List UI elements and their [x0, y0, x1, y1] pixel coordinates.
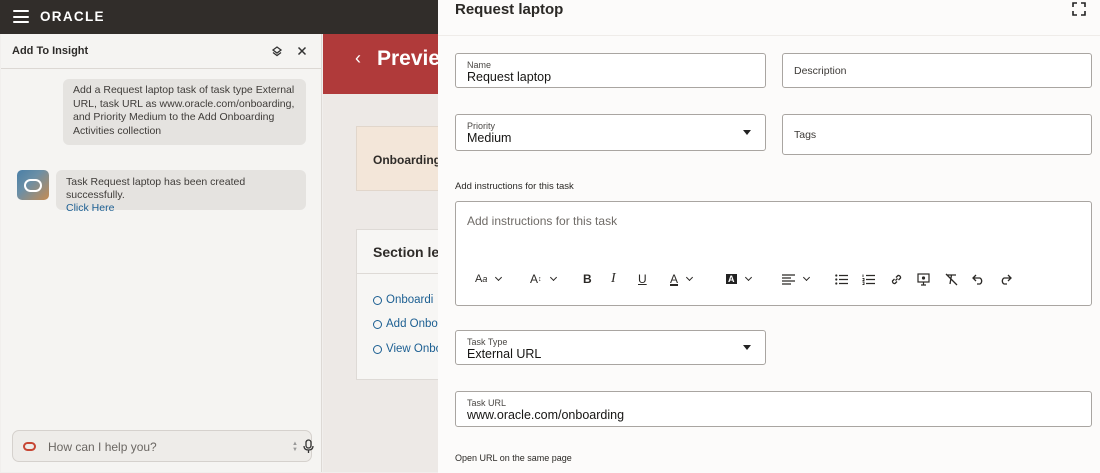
click-here-link[interactable]: Click Here: [66, 202, 296, 215]
onboarding-card-title: Onboarding: [373, 153, 438, 167]
check-circle-icon: [373, 295, 382, 305]
name-field[interactable]: Name Request laptop: [455, 53, 766, 88]
section-card: Section le Onboardi Add Onbo View Onbo: [356, 229, 438, 380]
section-link-label: Add Onbo: [386, 318, 438, 330]
onboarding-card: Onboarding: [356, 126, 438, 191]
close-icon[interactable]: [294, 43, 310, 59]
align-icon[interactable]: [782, 271, 811, 287]
section-link[interactable]: View Onbo: [373, 343, 438, 355]
background-page: ‹ Previe Onboarding Section le Onboardi …: [323, 34, 438, 472]
check-circle-icon: [373, 319, 382, 329]
description-placeholder: Description: [794, 65, 847, 77]
chat-input[interactable]: How can I help you? ▲ ▼: [12, 430, 314, 462]
hamburger-menu-icon[interactable]: [13, 10, 29, 23]
font-size-icon[interactable]: Aa: [475, 271, 503, 287]
name-label: Name: [467, 60, 492, 70]
priority-select[interactable]: Priority Medium: [455, 114, 766, 151]
section-title: Section le: [373, 244, 438, 260]
clear-chat-icon[interactable]: [269, 43, 285, 59]
underline-icon[interactable]: U: [638, 271, 647, 287]
scroll-stepper-icon[interactable]: ▲ ▼: [292, 441, 298, 453]
text-color-icon[interactable]: A: [670, 271, 694, 287]
check-circle-icon: [373, 344, 382, 354]
section-link[interactable]: Add Onbo: [373, 318, 438, 330]
assistant-title: Add To Insight: [12, 45, 89, 57]
bot-message-text: Task Request laptop has been created suc…: [66, 176, 246, 201]
tags-field[interactable]: Tags: [782, 114, 1092, 155]
name-value: Request laptop: [467, 70, 552, 84]
microphone-icon[interactable]: [303, 439, 314, 459]
italic-icon[interactable]: I: [611, 271, 616, 287]
task-url-label: Task URL: [467, 398, 507, 408]
numbered-list-icon[interactable]: [862, 271, 875, 287]
link-icon[interactable]: [890, 271, 903, 287]
instructions-label: Add instructions for this task: [455, 181, 574, 192]
font-family-icon[interactable]: A ↕: [530, 271, 557, 287]
tags-placeholder: Tags: [794, 129, 817, 141]
redo-icon[interactable]: [999, 271, 1012, 287]
priority-value: Medium: [467, 131, 512, 145]
chevron-down-icon: [743, 345, 751, 350]
bold-icon[interactable]: B: [583, 271, 592, 287]
task-url-value: www.oracle.com/onboarding: [467, 408, 625, 422]
section-link-label: Onboardi: [386, 294, 434, 306]
instructions-placeholder: Add instructions for this task: [467, 214, 618, 228]
assistant-panel: Add To Insight Add a Request laptop task…: [1, 34, 322, 472]
task-type-select[interactable]: Task Type External URL: [455, 330, 766, 365]
priority-label: Priority: [467, 121, 496, 131]
bot-message: Task Request laptop has been created suc…: [56, 170, 306, 214]
assistant-header: Add To Insight: [1, 34, 321, 69]
page-banner: ‹ Previe: [323, 34, 438, 94]
undo-icon[interactable]: [972, 271, 985, 287]
user-message: Add a Request laptop task of task type E…: [63, 79, 306, 145]
chat-input-placeholder: How can I help you?: [48, 440, 157, 454]
clear-format-icon[interactable]: [945, 271, 958, 287]
task-type-label: Task Type: [467, 337, 508, 347]
oracle-logo: ORACLE: [40, 9, 105, 24]
chevron-down-icon: [743, 130, 751, 135]
back-chevron-icon[interactable]: ‹: [355, 48, 361, 69]
task-url-field[interactable]: Task URL www.oracle.com/onboarding: [455, 391, 1092, 427]
description-field[interactable]: Description: [782, 53, 1092, 88]
drawer-header: Request laptop: [438, 0, 1100, 36]
highlight-icon[interactable]: A: [726, 271, 752, 287]
task-type-value: External URL: [467, 347, 542, 361]
divider: [357, 273, 438, 274]
open-url-label: Open URL on the same page: [455, 453, 572, 463]
editor-toolbar: Aa A ↕ B I U A A: [456, 268, 1093, 290]
section-link[interactable]: Onboardi: [373, 294, 433, 306]
expand-icon[interactable]: [1072, 2, 1086, 16]
drawer-title: Request laptop: [455, 1, 564, 18]
bot-avatar: [17, 170, 49, 200]
oracle-o-icon: [23, 442, 36, 451]
task-drawer: Request laptop Name Request laptop Descr…: [438, 0, 1100, 473]
section-link-label: View Onbo: [386, 343, 438, 355]
image-icon[interactable]: [917, 271, 930, 287]
bullet-list-icon[interactable]: [835, 271, 848, 287]
instructions-editor[interactable]: Add instructions for this task Aa A ↕ B I…: [455, 201, 1092, 306]
page-title: Previe: [377, 47, 438, 70]
